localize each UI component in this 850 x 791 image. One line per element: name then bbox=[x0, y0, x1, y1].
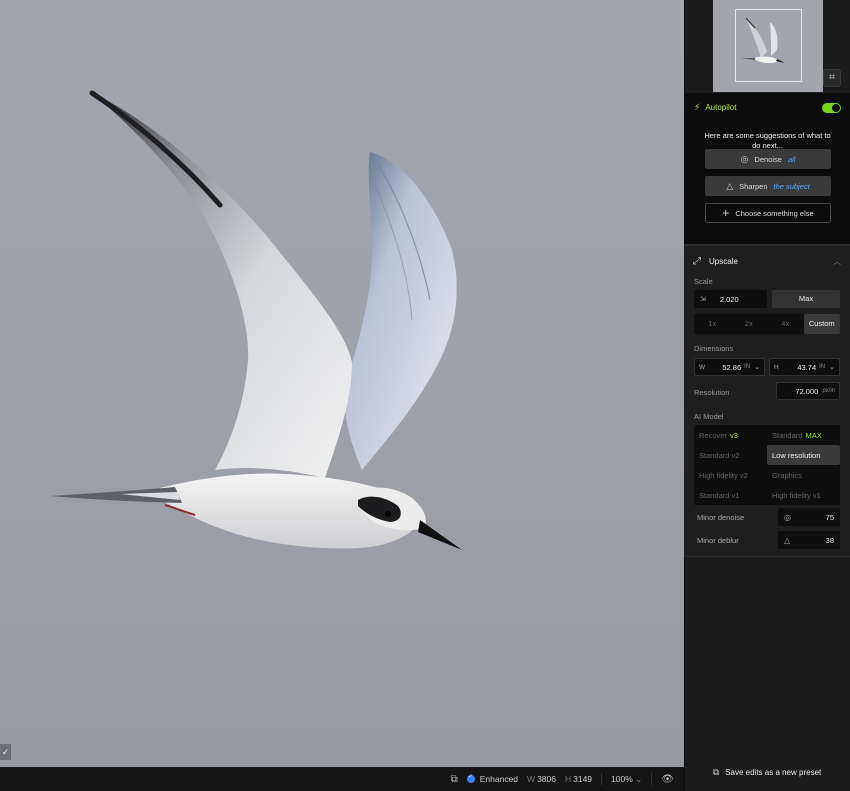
scale-option-1x[interactable]: 1x bbox=[694, 314, 731, 334]
suggestion-sharpen-button[interactable]: △ Sharpen the subject bbox=[705, 176, 831, 196]
scale-max-button[interactable]: Max bbox=[772, 290, 840, 308]
eye-icon[interactable]: 👁 bbox=[661, 774, 674, 785]
viewport-frame[interactable] bbox=[735, 9, 802, 82]
bird-photo bbox=[50, 90, 462, 550]
model-recover-v3[interactable]: Recover v3 bbox=[694, 425, 767, 445]
minor-denoise-label: Minor denoise bbox=[697, 512, 745, 522]
autopilot-panel: ⚡ Autopilot Here are some suggestions of… bbox=[685, 93, 850, 245]
ai-model-grid: Recover v3 Standard MAX Standard v2 Low re… bbox=[694, 425, 840, 505]
triangle-icon: △ bbox=[784, 535, 791, 545]
status-bar: ⧉ Enhanced W3806 H3149 100% ⌄ 👁 bbox=[0, 767, 684, 791]
upscale-title: Upscale bbox=[709, 257, 738, 266]
scale-option-custom[interactable]: Custom bbox=[803, 314, 840, 334]
scale-option-2x[interactable]: 2x bbox=[731, 314, 768, 334]
model-standard-v1[interactable]: Standard v1 bbox=[694, 485, 767, 505]
expand-icon: ⤢ bbox=[693, 256, 701, 267]
minor-deblur-input[interactable]: △ 38 bbox=[778, 531, 840, 549]
triangle-icon: △ bbox=[726, 180, 734, 191]
autopilot-message: Here are some suggestions of what to do … bbox=[704, 131, 831, 151]
save-preset-button[interactable]: ⧉ Save edits as a new preset bbox=[684, 762, 850, 782]
enhanced-check-icon bbox=[466, 773, 475, 783]
scale-input[interactable]: ⇲ 2.020 bbox=[694, 290, 767, 308]
bolt-icon: ⚡ bbox=[694, 102, 701, 112]
minor-denoise-input[interactable]: ◎ 75 bbox=[778, 508, 840, 526]
model-low-resolution[interactable]: Low resolution bbox=[767, 445, 840, 465]
plus-icon: + bbox=[722, 206, 730, 220]
model-high-fidelity-v1[interactable]: High fidelity v1 bbox=[767, 485, 840, 505]
denoise-icon: ◎ bbox=[784, 512, 791, 522]
compare-icon[interactable]: ⧉ bbox=[451, 774, 458, 785]
scale-option-4x[interactable]: 4x bbox=[767, 314, 804, 334]
dimensions-label: Dimensions bbox=[694, 344, 734, 353]
enhanced-label: Enhanced bbox=[479, 774, 519, 784]
choose-something-else-button[interactable]: + Choose something else bbox=[705, 203, 831, 223]
zoom-select[interactable]: 100% ⌄ bbox=[611, 774, 642, 785]
navigator: ⌗ bbox=[685, 0, 850, 93]
scale-label: Scale bbox=[694, 277, 713, 286]
minor-deblur-row: Minor deblur △ 38 bbox=[697, 531, 840, 549]
image-canvas[interactable]: ✓ bbox=[0, 0, 684, 767]
resolution-input[interactable]: 72.000 px/in bbox=[776, 382, 840, 400]
crop-icon[interactable]: ⌗ bbox=[823, 69, 841, 87]
autopilot-header: ⚡ Autopilot bbox=[685, 93, 850, 113]
height-field[interactable]: H 43.74 IN ⌄ bbox=[769, 358, 840, 376]
scale-icon: ⇲ bbox=[700, 296, 706, 303]
ai-model-label: AI Model bbox=[694, 412, 724, 421]
model-high-fidelity-v2[interactable]: High fidelity v2 bbox=[694, 465, 767, 485]
chevron-up-icon[interactable]: ︿ bbox=[833, 256, 841, 267]
width-field[interactable]: W 52.86 IN ⌄ bbox=[694, 358, 765, 376]
model-graphics[interactable]: Graphics bbox=[767, 465, 840, 485]
chevron-down-icon[interactable]: ⌄ bbox=[829, 363, 835, 371]
enhanced-toggle[interactable]: Enhanced bbox=[466, 773, 519, 784]
output-width: W 3806 bbox=[527, 774, 556, 784]
divider bbox=[651, 773, 653, 785]
far-wing bbox=[344, 152, 457, 470]
upscale-header[interactable]: ⤢ Upscale ︿ bbox=[684, 246, 850, 267]
denoise-icon: ◎ bbox=[740, 153, 749, 164]
model-standard-max[interactable]: Standard MAX bbox=[767, 425, 840, 445]
suggestion-denoise-button[interactable]: ◎ Denoise all bbox=[705, 149, 831, 169]
autopilot-toggle[interactable] bbox=[822, 102, 841, 113]
model-standard-v2[interactable]: Standard v2 bbox=[694, 445, 767, 465]
output-height: H 3149 bbox=[564, 774, 593, 784]
minor-deblur-label: Minor deblur bbox=[697, 535, 739, 545]
near-wing bbox=[92, 93, 352, 478]
corner-check-icon[interactable]: ✓ bbox=[0, 744, 11, 760]
scale-options: 1x 2x 4x Custom bbox=[694, 314, 840, 334]
resolution-label: Resolution bbox=[694, 388, 730, 397]
autopilot-title: Autopilot bbox=[705, 103, 737, 112]
chevron-down-icon[interactable]: ⌄ bbox=[754, 363, 760, 371]
minor-denoise-row: Minor denoise ◎ 75 bbox=[697, 508, 840, 526]
divider bbox=[601, 773, 603, 785]
preset-icon: ⧉ bbox=[712, 766, 720, 777]
bird-beak bbox=[418, 520, 462, 550]
navigator-thumbnail[interactable] bbox=[713, 0, 823, 92]
